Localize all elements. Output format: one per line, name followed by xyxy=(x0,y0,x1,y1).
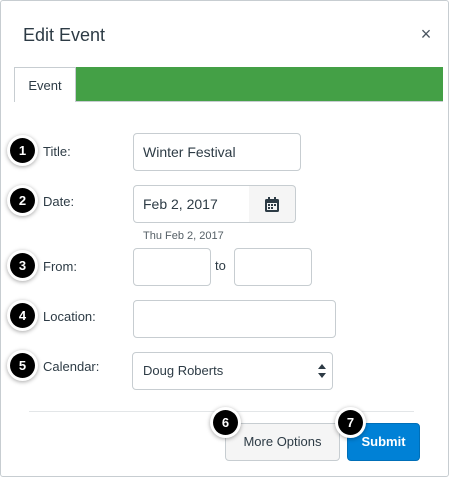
date-picker-button[interactable] xyxy=(249,185,296,223)
step-badge-2: 2 xyxy=(10,188,35,213)
tab-bar xyxy=(14,67,443,101)
more-options-button[interactable]: More Options xyxy=(225,423,340,461)
from-label: From: xyxy=(43,259,77,274)
start-time-input[interactable] xyxy=(133,248,211,286)
calendar-icon xyxy=(265,197,279,212)
select-arrows-icon xyxy=(318,364,326,378)
title-input[interactable]: Winter Festival xyxy=(133,133,301,171)
dialog-title: Edit Event xyxy=(23,25,106,45)
close-icon[interactable]: × xyxy=(417,24,435,44)
tab-event[interactable]: Event xyxy=(14,67,76,102)
step-badge-7: 7 xyxy=(338,410,363,435)
tab-bar-border xyxy=(14,101,443,102)
calendar-select-value: Doug Roberts xyxy=(143,363,224,378)
date-label: Date: xyxy=(43,194,75,209)
location-input[interactable] xyxy=(133,300,336,338)
step-badge-5: 5 xyxy=(10,353,35,378)
to-label: to xyxy=(215,258,226,273)
step-badge-3: 3 xyxy=(10,253,35,278)
step-badge-6: 6 xyxy=(213,410,238,435)
step-badge-4: 4 xyxy=(10,303,35,328)
calendar-label: Calendar: xyxy=(43,359,100,374)
date-input[interactable]: Feb 2, 2017 xyxy=(133,185,250,223)
edit-event-dialog: Edit Event × Event 1 Title: Winter Festi… xyxy=(0,0,449,477)
date-hint: Thu Feb 2, 2017 xyxy=(143,230,224,242)
end-time-input[interactable] xyxy=(234,248,312,286)
step-badge-1: 1 xyxy=(10,138,35,163)
calendar-select[interactable]: Doug Roberts xyxy=(132,352,333,390)
title-label: Title: xyxy=(43,144,71,159)
location-label: Location: xyxy=(43,309,96,324)
